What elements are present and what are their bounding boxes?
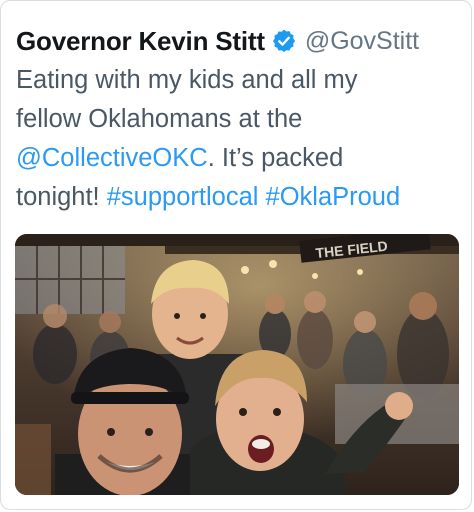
photo-illustration: THE FIELD	[15, 234, 459, 495]
tweet-text-line: tonight!	[16, 183, 107, 211]
tweet-photo[interactable]: THE FIELD	[15, 234, 459, 495]
text-space	[258, 183, 265, 211]
hashtag-link[interactable]: #supportlocal	[107, 183, 259, 211]
verified-badge-icon	[271, 28, 297, 54]
mention-link[interactable]: @CollectiveOKC	[16, 144, 208, 172]
tweet-text: Eating with my kids and all my fellow Ok…	[16, 61, 461, 217]
tweet-card: Governor Kevin Stitt @GovStitt Eating wi…	[0, 0, 472, 510]
hashtag-link[interactable]: #OklaProud	[266, 183, 401, 211]
display-name[interactable]: Governor Kevin Stitt	[16, 26, 265, 57]
tweet-text-line: . It’s packed	[207, 144, 344, 172]
tweet-header: Governor Kevin Stitt @GovStitt	[16, 21, 419, 61]
tweet-text-line: Eating with my kids and all my	[16, 66, 358, 94]
tweet-text-line: fellow Oklahomans at the	[16, 105, 303, 133]
user-handle[interactable]: @GovStitt	[305, 27, 419, 56]
